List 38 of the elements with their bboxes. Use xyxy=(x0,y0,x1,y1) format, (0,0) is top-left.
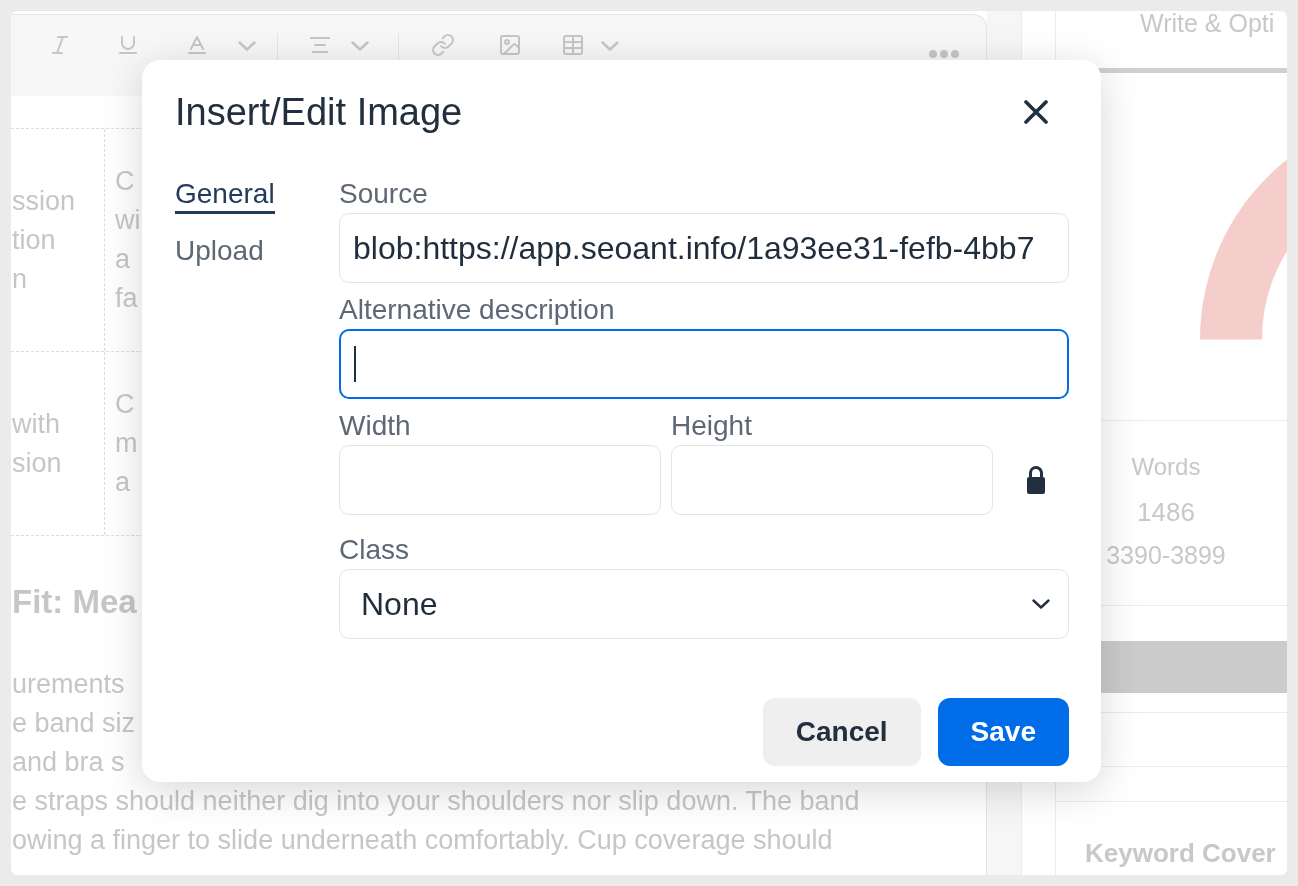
field-label: Height xyxy=(671,411,752,441)
field-label: Class xyxy=(339,535,409,565)
field-label: Width xyxy=(339,411,411,441)
caret-icon[interactable] xyxy=(238,41,256,51)
cell-text: with sion xyxy=(12,407,62,480)
class-select[interactable]: None xyxy=(339,569,1069,639)
lock-icon[interactable] xyxy=(1026,465,1046,495)
dialog-tab[interactable]: Upload xyxy=(175,236,264,271)
field-label: Source xyxy=(339,179,428,209)
caret-icon[interactable] xyxy=(601,41,619,51)
table-icon[interactable] xyxy=(561,33,585,57)
underline-icon[interactable] xyxy=(116,33,140,57)
paragraph-line: owing a finger to slide underneath comfortably. Cup coverage should xyxy=(11,824,833,857)
close-icon xyxy=(1024,100,1048,124)
cell-text: C wi a fa xyxy=(115,165,141,315)
text-color-icon[interactable] xyxy=(185,33,209,57)
number-input[interactable] xyxy=(671,445,993,515)
dialog-title: Insert/Edit Image xyxy=(175,92,463,132)
image-icon[interactable] xyxy=(498,33,522,57)
text-input[interactable]: blob:https://app.seoant.info/1a93ee31-fefb-4bb7 xyxy=(339,213,1069,283)
link-icon[interactable] xyxy=(431,33,455,57)
paragraph-line: urements xyxy=(11,668,125,701)
more-icon[interactable] xyxy=(929,50,959,58)
number-input[interactable] xyxy=(339,445,661,515)
paragraph-line: e band siz xyxy=(11,707,136,740)
paragraph-line: and bra s xyxy=(11,746,125,779)
paragraph-line: e straps should neither dig into your shoulders nor slip down. The band xyxy=(11,785,860,818)
chevron-down-icon xyxy=(1032,599,1050,609)
save-button[interactable]: Save xyxy=(937,698,1069,766)
text-input[interactable] xyxy=(339,329,1069,399)
text-cursor xyxy=(354,346,356,382)
dialog-tab[interactable]: General xyxy=(175,179,275,214)
cell-text: C m a xyxy=(115,388,138,499)
section-heading: Fit: Mea xyxy=(11,582,137,622)
cell-text: ssion tion n xyxy=(12,184,76,296)
cancel-button[interactable]: Cancel xyxy=(762,698,921,766)
caret-icon[interactable] xyxy=(351,41,369,51)
field-label: Alternative description xyxy=(339,295,615,325)
